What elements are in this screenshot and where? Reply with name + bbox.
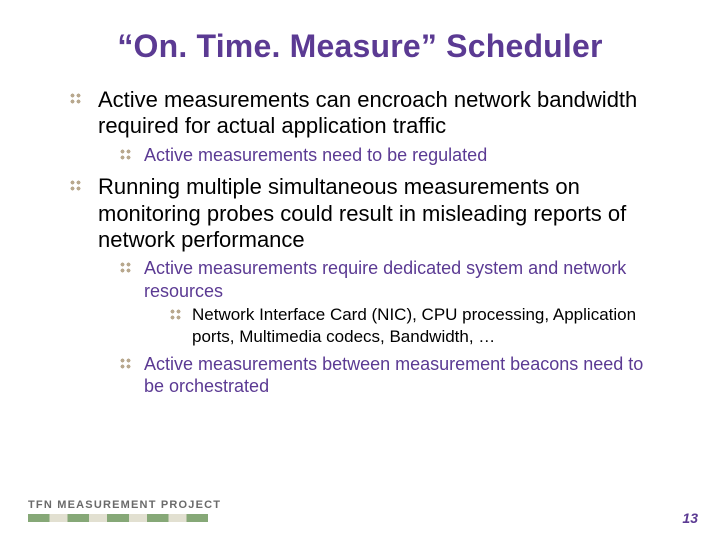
bullet-sublist: Active measurements require dedicated sy… <box>98 257 650 398</box>
bullet-sublist: Active measurements need to be regulated <box>98 144 650 167</box>
bullet-text: Active measurements need to be regulated <box>144 145 487 165</box>
bullet-list: Active measurements can encroach network… <box>70 87 650 398</box>
bullet-text: Active measurements between measurement … <box>144 354 643 397</box>
page-number: 13 <box>682 510 698 526</box>
footer-logo: TFN MEASUREMENT PROJECT <box>28 499 221 522</box>
bullet-l3: Network Interface Card (NIC), CPU proces… <box>170 304 650 347</box>
bullet-l2: Active measurements require dedicated sy… <box>120 257 650 347</box>
footer-logo-text: TFN MEASUREMENT PROJECT <box>28 499 221 511</box>
bullet-text: Running multiple simultaneous measuremen… <box>98 174 626 252</box>
slide: “On. Time. Measure” Scheduler Active mea… <box>0 0 720 540</box>
bullet-text: Active measurements require dedicated sy… <box>144 258 626 301</box>
bullet-l1: Running multiple simultaneous measuremen… <box>70 174 650 398</box>
bullet-l1: Active measurements can encroach network… <box>70 87 650 166</box>
bullet-subsublist: Network Interface Card (NIC), CPU proces… <box>144 304 650 347</box>
bullet-l2: Active measurements need to be regulated <box>120 144 650 167</box>
footer-logo-bar <box>28 514 208 522</box>
bullet-text: Network Interface Card (NIC), CPU proces… <box>192 305 636 345</box>
slide-title: “On. Time. Measure” Scheduler <box>70 28 650 65</box>
bullet-l2: Active measurements between measurement … <box>120 353 650 398</box>
bullet-text: Active measurements can encroach network… <box>98 87 637 138</box>
